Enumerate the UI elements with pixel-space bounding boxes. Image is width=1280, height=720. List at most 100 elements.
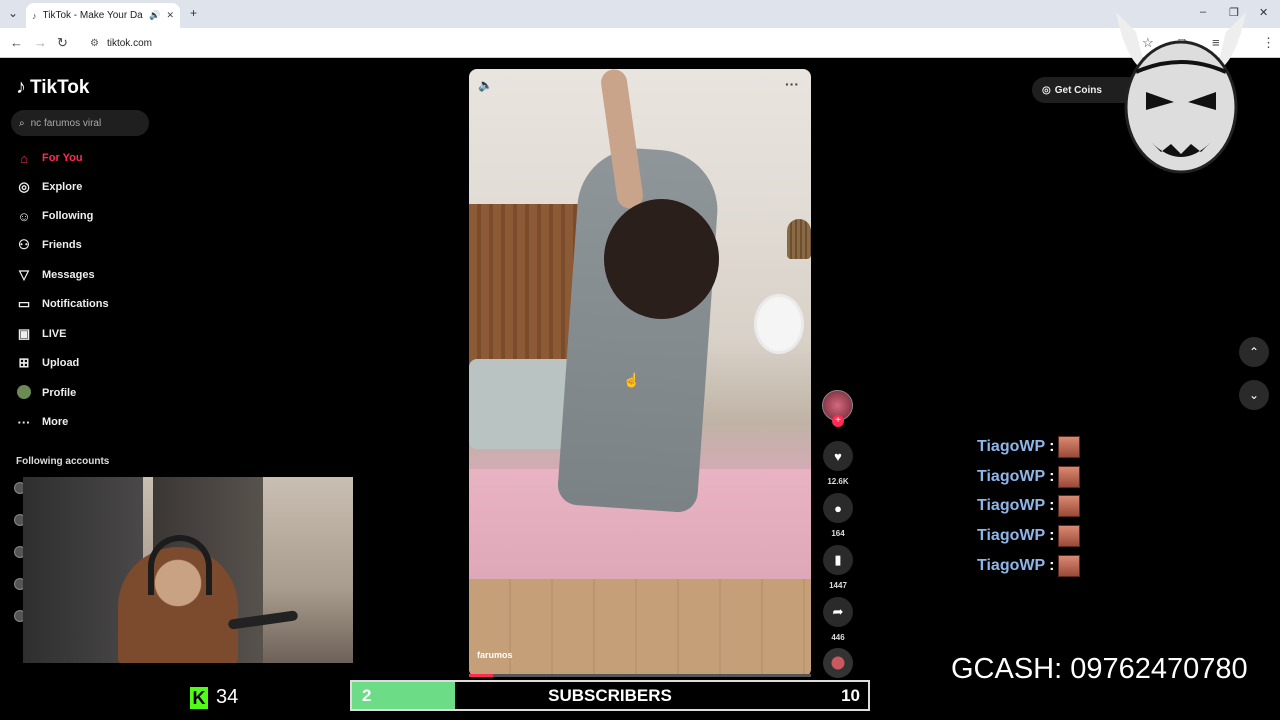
search-icon: ⌕	[19, 117, 25, 129]
logo-text: TikTok	[30, 76, 90, 98]
chat-emote-icon	[1058, 466, 1081, 488]
nav-item-notifications[interactable]: ▭ Notifications	[16, 295, 109, 313]
browser-tab[interactable]: ♪ TikTok - Make Your Day 🔊 ✕	[26, 3, 180, 28]
mouse-cursor-icon: ☝	[623, 372, 641, 388]
nav-item-messages[interactable]: ▽ Messages	[16, 266, 95, 284]
video-progress-fill	[469, 674, 493, 677]
chat-separator: :	[1049, 438, 1055, 455]
comment-button[interactable]: ●	[823, 493, 853, 523]
nav-label: Notifications	[42, 298, 109, 310]
nav-label: For You	[42, 152, 83, 164]
chat-emote-icon	[1058, 436, 1081, 458]
nav-label: Messages	[42, 269, 95, 281]
heart-icon: ♥	[834, 448, 842, 464]
subscriber-goal-bar: SUBSCRIBERS 2 10	[350, 680, 870, 711]
chat-separator: :	[1049, 468, 1055, 485]
kick-logo-icon: K	[190, 686, 208, 709]
share-count: 446	[831, 633, 845, 642]
following-accounts-title: Following accounts	[16, 456, 110, 467]
back-icon[interactable]: ←	[10, 35, 23, 50]
browser-toolbar: ← → ↻ ⚙ tiktok.com ☆ ⧉ ≡ ⋮	[0, 28, 1280, 58]
chat-emote-icon	[1058, 555, 1081, 577]
video-progress-bar[interactable]	[469, 674, 811, 677]
search-input[interactable]: ⌕ nc farumos viral	[11, 110, 149, 136]
like-count: 12.6K	[827, 477, 849, 486]
forward-icon[interactable]: →	[34, 35, 47, 50]
gcash-donation-text: GCASH: 09762470780	[951, 653, 1248, 685]
chat-username: TiagoWP	[977, 468, 1046, 485]
chat-message: TiagoWP :	[977, 555, 1081, 577]
chat-separator: :	[1049, 527, 1055, 544]
get-coins-label: Get Coins	[1054, 84, 1102, 96]
chat-emote-icon	[1058, 495, 1081, 517]
nav-label: Explore	[42, 181, 83, 193]
nav-item-following[interactable]: ☺ Following	[16, 207, 93, 225]
close-tab-icon[interactable]: ✕	[166, 10, 174, 21]
nav-label: Following	[42, 210, 94, 222]
viewer-number: 34	[216, 686, 239, 708]
search-value: nc farumos viral	[30, 117, 102, 129]
compass-icon: ◎	[18, 179, 30, 194]
chat-emote-icon	[1058, 525, 1081, 547]
chevron-up-icon: ⌃	[1248, 345, 1260, 359]
browser-tab-bar: ⌄ ♪ TikTok - Make Your Day 🔊 ✕ + – ❐ ✕	[0, 0, 1280, 28]
tab-search-icon[interactable]: ⌄	[8, 6, 18, 20]
nav-item-upload[interactable]: ⊞ Upload	[16, 354, 80, 372]
comment-count: 164	[831, 529, 845, 538]
browser-menu-icon[interactable]: ⋮	[1262, 35, 1275, 51]
like-button[interactable]: ♥	[823, 441, 853, 471]
video-fan	[754, 294, 804, 354]
address-bar[interactable]: ⚙ tiktok.com	[84, 33, 1114, 53]
chat-message: TiagoWP :	[977, 466, 1081, 488]
video-floor	[469, 579, 811, 677]
subscriber-current: 2	[362, 686, 372, 705]
video-more-icon[interactable]: ···	[785, 76, 799, 92]
nav-item-live[interactable]: ▣ LIVE	[16, 325, 67, 343]
reload-icon[interactable]: ↻	[57, 35, 68, 51]
chat-message: TiagoWP :	[977, 525, 1081, 547]
close-window-icon[interactable]: ✕	[1259, 6, 1268, 19]
nav-label: More	[42, 416, 69, 428]
new-tab-icon[interactable]: +	[190, 6, 197, 20]
tab-title: TikTok - Make Your Day	[42, 10, 144, 21]
chat-username: TiagoWP	[977, 497, 1046, 514]
chat-username: TiagoWP	[977, 438, 1046, 455]
chat-separator: :	[1049, 557, 1055, 574]
friends-icon: ⚇	[18, 237, 30, 252]
share-button[interactable]: ➦	[823, 597, 853, 627]
speaker-icon[interactable]: 🔊	[149, 10, 160, 21]
nav-item-profile[interactable]: Profile	[16, 384, 76, 402]
video-author[interactable]: farumos	[477, 650, 513, 660]
nav-item-more[interactable]: ··· More	[16, 413, 69, 431]
chat-username: TiagoWP	[977, 557, 1046, 574]
nav-label: Upload	[42, 357, 80, 369]
save-button[interactable]: ▮	[823, 545, 853, 575]
kick-viewer-count: K 34	[190, 686, 238, 709]
chat-message: TiagoWP :	[977, 495, 1081, 517]
save-count: 1447	[829, 581, 847, 590]
follow-plus-icon[interactable]: +	[832, 415, 844, 427]
next-video-button[interactable]: ⌄	[1239, 380, 1269, 410]
nav-item-explore[interactable]: ◎ Explore	[16, 178, 82, 196]
site-info-icon[interactable]: ⚙	[90, 38, 99, 49]
nav-item-for-you[interactable]: ⌂ For You	[16, 149, 83, 167]
live-icon: ▣	[17, 326, 31, 341]
send-icon: ▽	[19, 267, 29, 282]
subscriber-goal-label: SUBSCRIBERS	[548, 686, 672, 705]
tiktok-logo[interactable]: ♪ TikTok	[16, 76, 89, 99]
previous-video-button[interactable]: ⌃	[1239, 337, 1269, 367]
music-disc-icon[interactable]	[823, 648, 853, 678]
tiktok-favicon-icon: ♪	[32, 10, 37, 21]
share-icon: ➦	[832, 604, 844, 619]
bell-icon: ▭	[17, 296, 31, 311]
chat-message: TiagoWP :	[977, 436, 1081, 458]
bookmark-icon: ▮	[834, 552, 842, 567]
ellipsis-icon: ···	[17, 414, 31, 430]
video-lamp	[787, 219, 811, 259]
oni-mask-logo-icon	[1116, 12, 1246, 174]
coin-icon: ◎	[1042, 84, 1051, 96]
nav-item-friends[interactable]: ⚇ Friends	[16, 236, 82, 254]
volume-icon[interactable]: 🔈	[478, 78, 493, 92]
url-text: tiktok.com	[106, 37, 152, 49]
nav-label: Profile	[42, 387, 77, 399]
